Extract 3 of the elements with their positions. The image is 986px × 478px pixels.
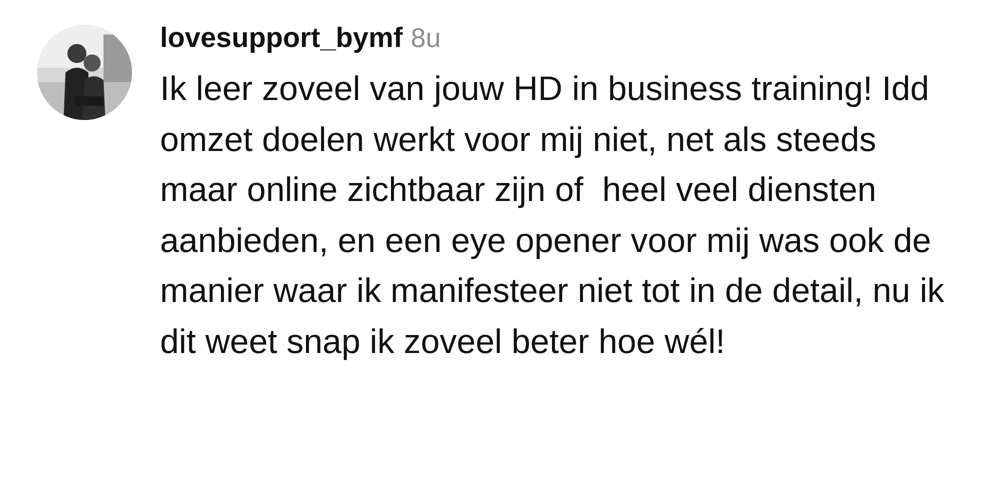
comment-time: 8u <box>410 23 441 54</box>
username[interactable]: lovesupport_bymf <box>160 22 403 54</box>
comment-text: Ik leer zoveel van jouw HD in business training! Idd omzet doelen werkt voor mij niet, net als steeds maar online zichtbaar zijn of heel veel diensten aanbieden, en een eye opener voor mij was ook de manier waar ik manifesteer niet tot in de detail, nu ik dit weet snap ik zoveel beter hoe wél! <box>160 69 946 362</box>
